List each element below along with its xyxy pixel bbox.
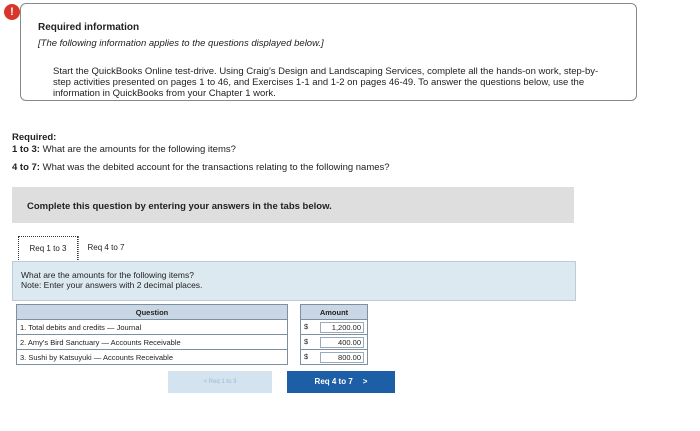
alert-icon: ! [4, 4, 20, 20]
question-header: Question [16, 304, 288, 320]
next-button[interactable]: Req 4 to 7 > [287, 371, 395, 393]
info-note: [The following information applies to th… [38, 38, 324, 49]
question-cell: 2. Amy's Bird Sanctuary — Accounts Recei… [16, 334, 288, 350]
required-section: Required: 1 to 3: What are the amounts f… [12, 132, 236, 156]
next-button-label: Req 4 to 7 [314, 377, 353, 386]
tab-req-1-to-3[interactable]: Req 1 to 3 [18, 236, 78, 262]
required-1-bold: 1 to 3: [12, 144, 40, 155]
currency-symbol: $ [304, 352, 309, 361]
prompt-question: What are the amounts for the following i… [21, 270, 194, 280]
tab-prompt-panel: What are the amounts for the following i… [12, 261, 576, 301]
question-cell: 1. Total debits and credits — Journal [16, 319, 288, 335]
required-label: Required: [12, 132, 57, 143]
table-row: 2. Amy's Bird Sanctuary — Accounts Recei… [16, 334, 368, 350]
amount-header: Amount [300, 304, 368, 320]
table-header-row: Question Amount [16, 304, 368, 320]
required-information-box: Required information [The following info… [20, 3, 637, 101]
amount-cell: $ 800.00 [300, 349, 368, 365]
amount-cell: $ 1,200.00 [300, 319, 368, 335]
amount-input[interactable]: 800.00 [320, 351, 364, 363]
prompt-note: Note: Enter your answers with 2 decimal … [21, 280, 203, 290]
info-body: Start the QuickBooks Online test-drive. … [53, 66, 599, 99]
prompt-text: What are the amounts for the following i… [21, 270, 202, 290]
amount-input[interactable]: 400.00 [320, 336, 364, 348]
instructions-bar: Complete this question by entering your … [12, 187, 574, 223]
amount-cell: $ 400.00 [300, 334, 368, 350]
table-row: 3. Sushi by Katsuyuki — Accounts Receiva… [16, 349, 368, 365]
required-1-text: What are the amounts for the following i… [39, 144, 236, 155]
instructions-text: Complete this question by entering your … [27, 201, 332, 212]
currency-symbol: $ [304, 322, 309, 331]
chevron-right-icon: > [362, 377, 368, 386]
prev-button-label: Req 1 to 3 [208, 379, 237, 385]
chevron-left-icon: < [203, 379, 208, 385]
info-title: Required information [38, 22, 140, 33]
required-2: 4 to 7: What was the debited account for… [12, 162, 390, 173]
currency-symbol: $ [304, 337, 309, 346]
amount-input[interactable]: 1,200.00 [320, 321, 364, 333]
table-row: 1. Total debits and credits — Journal $ … [16, 319, 368, 335]
required-2-text: What was the debited account for the tra… [39, 162, 390, 173]
answer-table: Question Amount 1. Total debits and cred… [16, 304, 368, 365]
question-cell: 3. Sushi by Katsuyuki — Accounts Receiva… [16, 349, 288, 365]
prev-button[interactable]: < Req 1 to 3 [168, 371, 272, 393]
required-2-bold: 4 to 7: [12, 162, 40, 173]
tab-req-4-to-7[interactable]: Req 4 to 7 [78, 236, 133, 260]
